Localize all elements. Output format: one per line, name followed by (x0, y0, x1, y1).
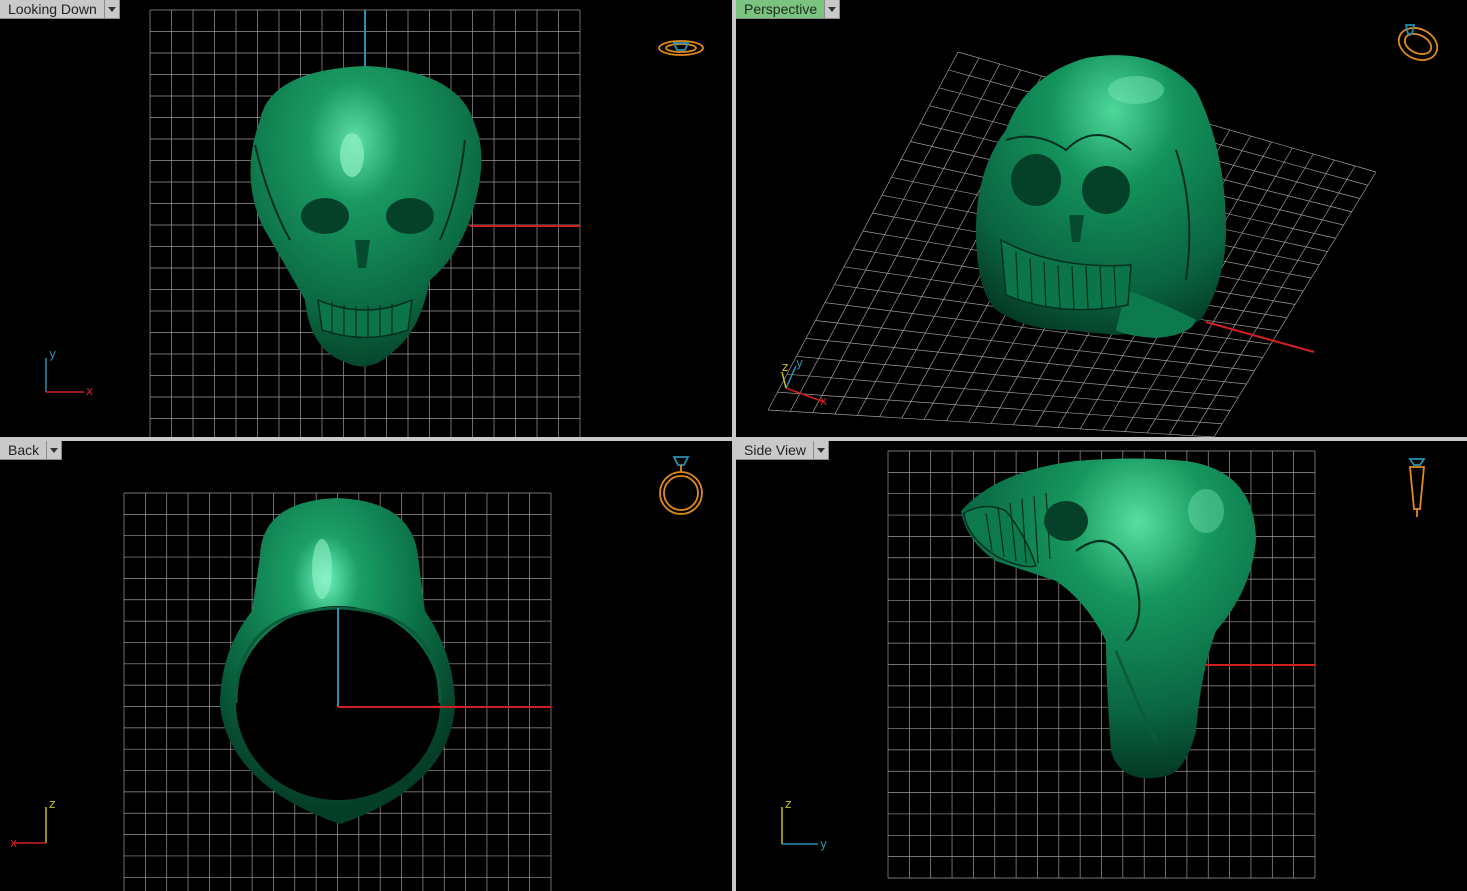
axis-indicator: y x (45, 347, 93, 398)
ring-side-icon[interactable] (1408, 458, 1426, 517)
axis-label-y: y (820, 837, 827, 851)
ring-front-icon[interactable] (659, 456, 703, 515)
viewport-side-view[interactable]: Side View z y (736, 441, 1467, 891)
skull-ring-model[interactable] (220, 498, 551, 824)
axis-indicator: z x (10, 797, 55, 850)
chevron-down-icon[interactable] (814, 441, 830, 460)
viewport-label[interactable]: Perspective (736, 0, 826, 19)
viewport-tab-perspective[interactable]: Perspective (736, 0, 841, 19)
chevron-down-icon[interactable] (825, 0, 841, 19)
axis-indicator: z y x (781, 356, 827, 408)
axis-label-z: z (49, 797, 55, 811)
chevron-down-icon[interactable] (47, 441, 63, 460)
axis-label-y: y (796, 356, 803, 370)
axis-indicator: z y (781, 797, 827, 851)
viewport-tab-looking-down[interactable]: Looking Down (0, 0, 120, 19)
viewport-canvas[interactable]: y x (0, 0, 732, 437)
viewport-label[interactable]: Looking Down (0, 0, 105, 19)
viewport-perspective[interactable]: Perspective z y x (736, 0, 1467, 437)
ring-top-icon[interactable] (658, 40, 704, 56)
axis-label-z: z (785, 797, 791, 811)
viewport-label[interactable]: Back (0, 441, 48, 460)
skull-ring-model[interactable] (976, 55, 1226, 338)
axis-label-y: y (49, 347, 56, 361)
x-axis-line (1205, 321, 1315, 353)
viewport-looking-down[interactable]: Looking Down y x (0, 0, 732, 437)
viewport-canvas[interactable]: z y x (736, 0, 1467, 437)
axis-label-x: x (10, 836, 17, 850)
skull-ring-model[interactable] (961, 458, 1256, 779)
viewport-canvas[interactable]: z x (0, 441, 732, 891)
viewport-label[interactable]: Side View (736, 441, 815, 460)
ring-perspective-icon[interactable] (1394, 22, 1443, 66)
viewport-canvas[interactable]: z y (736, 441, 1467, 891)
viewport-back[interactable]: Back z x (0, 441, 732, 891)
axis-label-x: x (820, 394, 827, 408)
axis-label-x: x (86, 384, 93, 398)
viewport-tab-back[interactable]: Back (0, 441, 63, 460)
chevron-down-icon[interactable] (104, 0, 120, 19)
axis-label-z: z (782, 360, 788, 374)
skull-ring-model[interactable] (250, 66, 482, 367)
viewport-tab-side-view[interactable]: Side View (736, 441, 830, 460)
